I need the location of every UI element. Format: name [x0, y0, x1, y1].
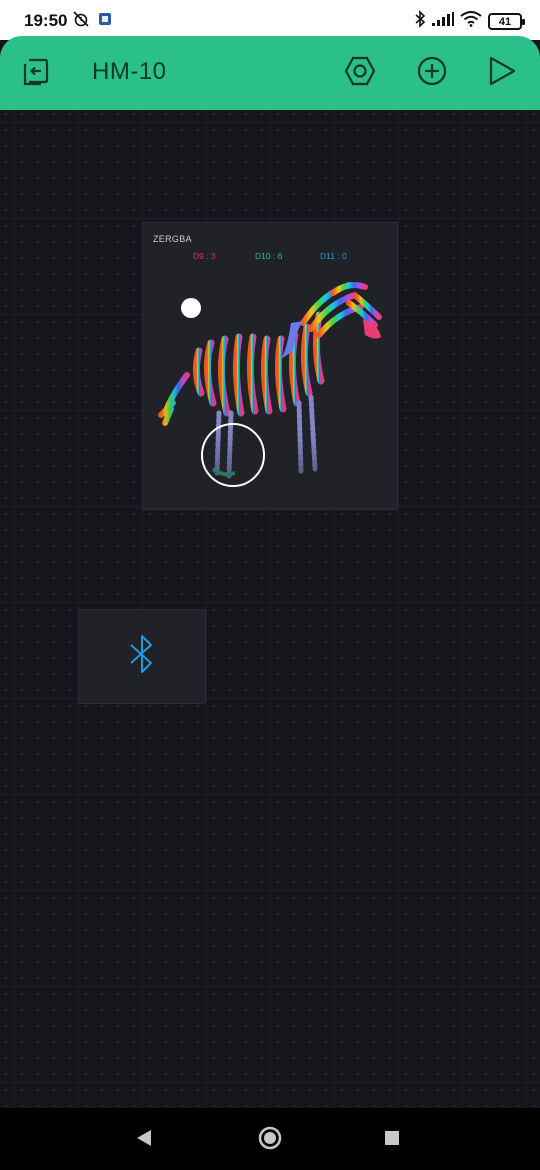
project-title: HM-10 — [92, 58, 167, 85]
back-button[interactable] — [130, 1126, 158, 1154]
system-nav-bar — [0, 1108, 540, 1170]
exit-project-button[interactable] — [16, 53, 56, 93]
battery-level: 41 — [498, 15, 512, 28]
play-icon — [487, 55, 517, 92]
add-widget-icon — [416, 55, 448, 92]
alarm-off-icon — [72, 10, 90, 33]
play-button[interactable] — [482, 53, 522, 93]
settings-button[interactable] — [340, 53, 380, 93]
bluetooth-icon — [414, 10, 426, 33]
app-bar: HM-10 — [0, 36, 540, 110]
zebra-color-picker-icon[interactable] — [143, 263, 398, 510]
app-notification-icon — [98, 12, 112, 31]
blue-pin-label: D11 : 0 — [320, 251, 347, 261]
back-icon — [135, 1129, 153, 1152]
status-time: 19:50 — [24, 11, 68, 30]
recents-button[interactable] — [378, 1126, 406, 1154]
status-bar: 19:50 41 — [0, 0, 540, 40]
add-widget-button[interactable] — [412, 53, 452, 93]
red-pin-label: D9 : 3 — [193, 251, 216, 261]
home-button[interactable] — [256, 1126, 284, 1154]
home-icon — [257, 1125, 283, 1156]
zergba-brightness-ring[interactable] — [201, 423, 265, 487]
signal-icon — [432, 12, 454, 31]
bluetooth-widget[interactable] — [78, 609, 206, 704]
wifi-icon — [460, 11, 482, 32]
battery-icon: 41 — [488, 13, 525, 30]
exit-project-icon — [19, 54, 53, 93]
bluetooth-icon — [127, 632, 157, 681]
zergba-widget[interactable]: ZERGBA D9 : 3 D10 : 6 D11 : 0 — [142, 222, 398, 510]
zergba-selector-handle[interactable] — [181, 298, 201, 318]
green-pin-label: D10 : 6 — [255, 251, 283, 261]
widget-title: ZERGBA — [153, 234, 192, 244]
recents-icon — [384, 1130, 400, 1151]
settings-hex-icon — [344, 55, 376, 92]
